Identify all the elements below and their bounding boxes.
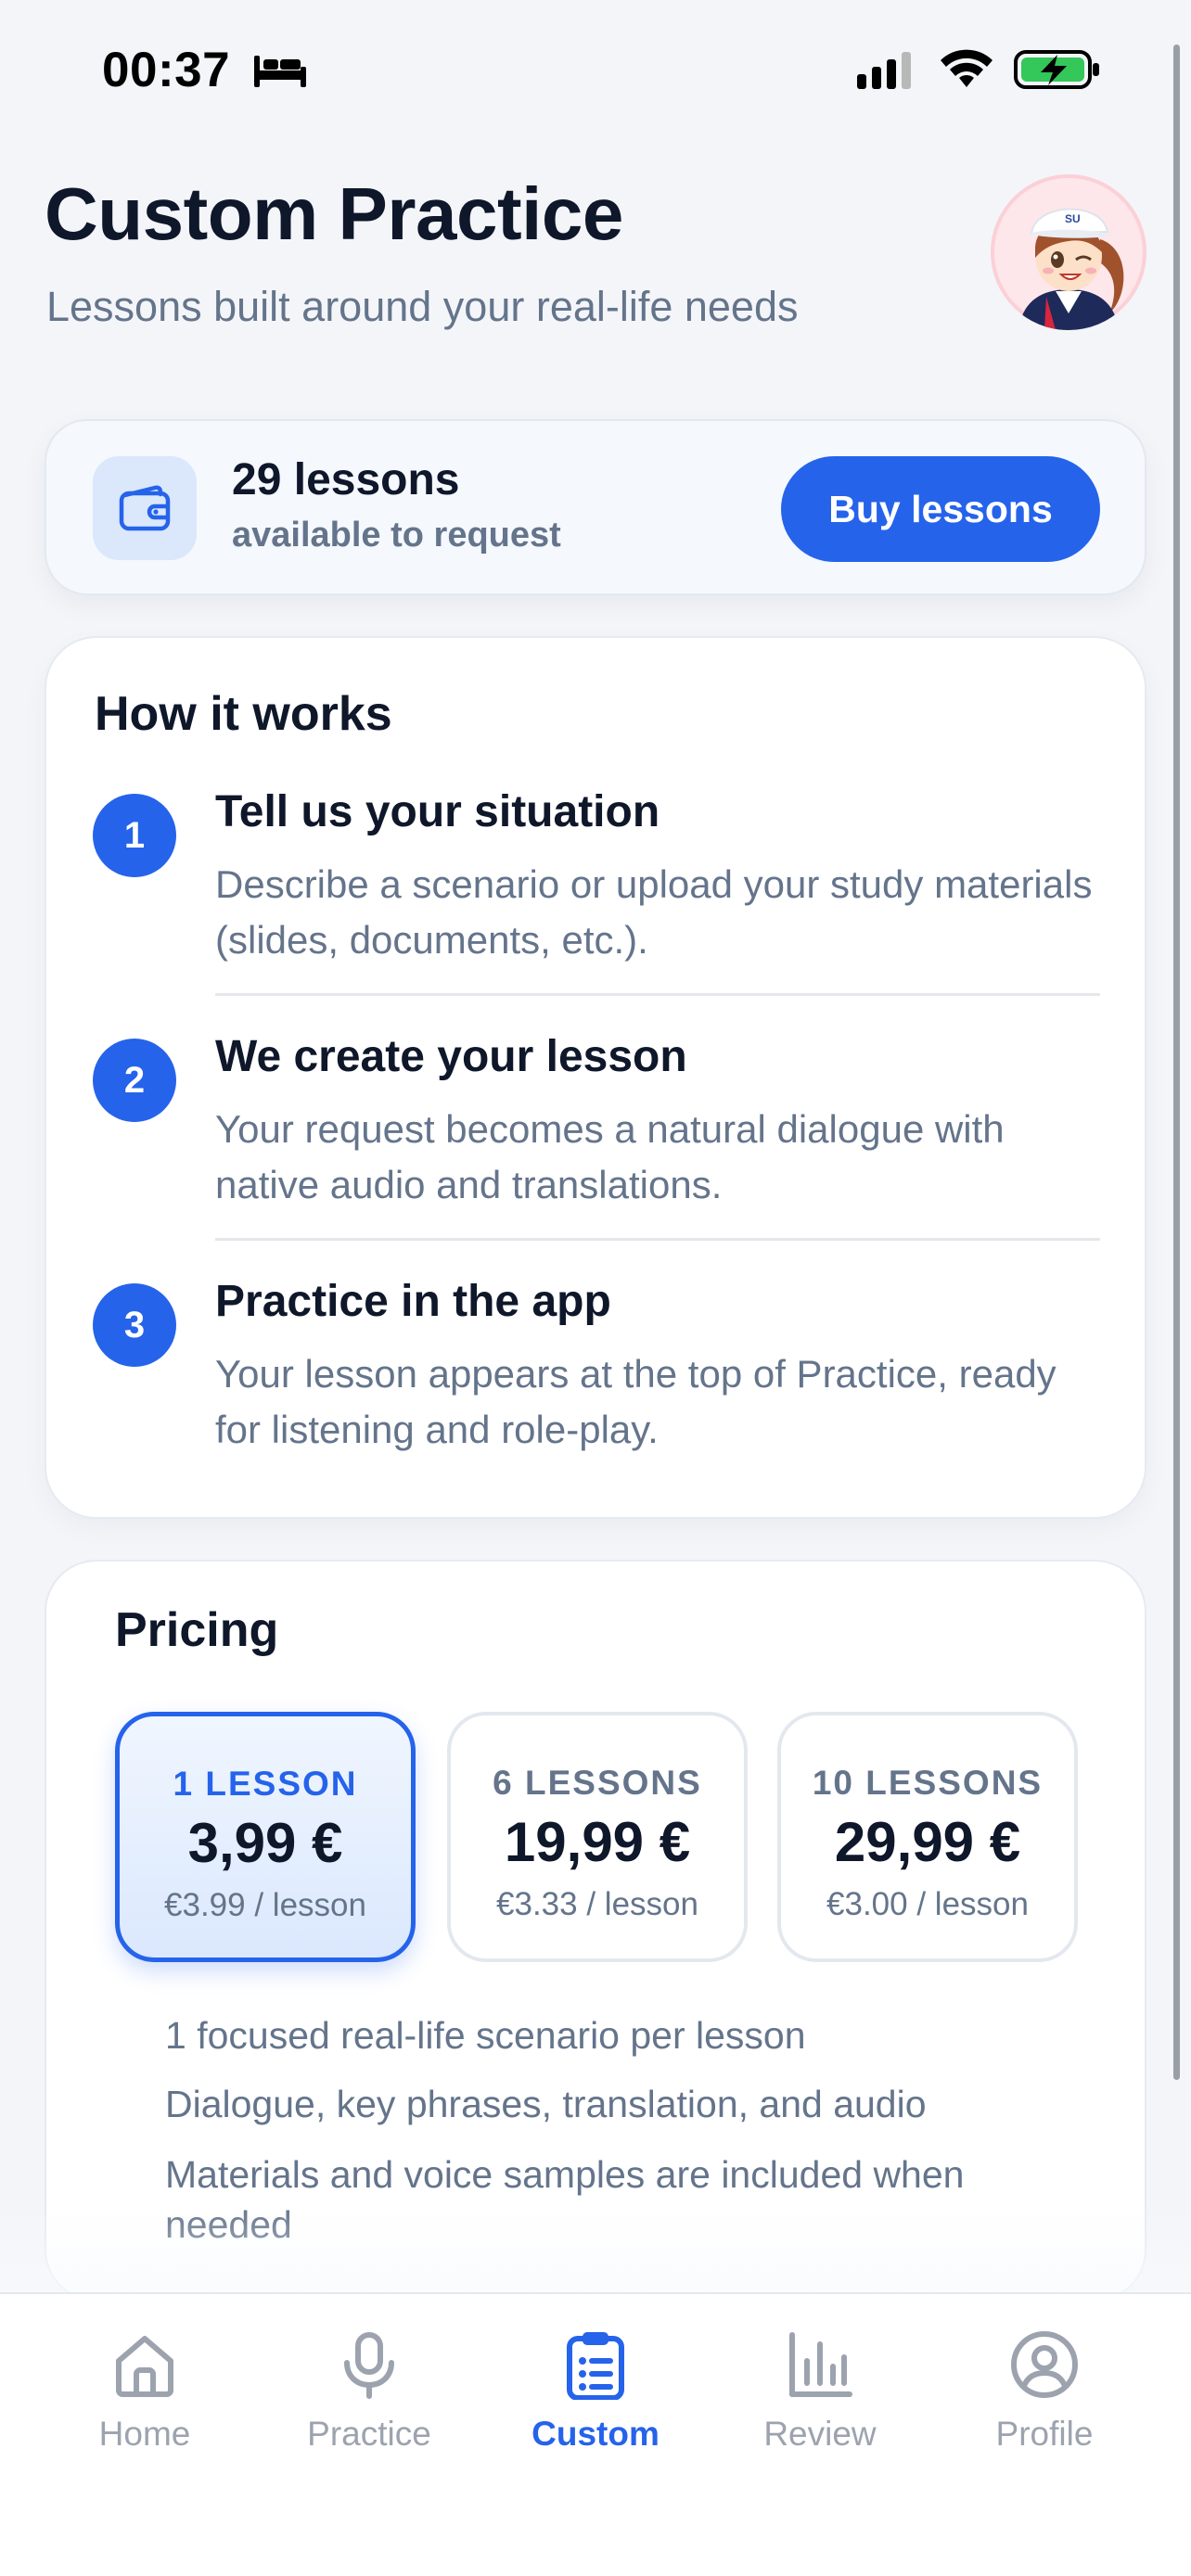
bed-icon [254,56,306,87]
step-description: Describe a scenario or upload your study… [215,862,1093,962]
plan-name: 6 LESSONS [493,1764,702,1802]
tab-practice[interactable]: Practice [258,2329,480,2468]
avatar[interactable]: SU [991,174,1146,330]
lessons-count: 29 lessons [232,455,460,504]
tab-home[interactable]: Home [33,2329,256,2468]
svg-text:SU: SU [1065,212,1081,225]
plan-option-6-lessons[interactable]: 6 LESSONS 19,99 € €3.33 / lesson [447,1712,748,1962]
wallet-icon-tile [93,456,197,560]
step-title: We create your lesson [215,1032,687,1081]
cellular-signal-icon [857,52,911,89]
wifi-icon [941,49,992,87]
tab-bar: Home Practice Custom Review Profile [0,2292,1191,2576]
tab-label: Custom [531,2415,660,2453]
tab-label: Review [763,2415,877,2453]
avatar-illustration: SU [994,178,1143,330]
tab-label: Home [98,2415,191,2453]
plan-name: 10 LESSONS [812,1764,1044,1802]
plan-price: 19,99 € [504,1811,691,1873]
pricing-title: Pricing [115,1603,279,1657]
tab-label: Profile [995,2415,1094,2453]
plan-per-lesson: €3.99 / lesson [164,1887,366,1923]
clipboard-list-icon [567,2332,624,2400]
tab-profile[interactable]: Profile [933,2329,1156,2468]
pricing-feature: Dialogue, key phrases, translation, and … [165,2083,927,2125]
pricing-feature: 1 focused real-life scenario per lesson [165,2014,806,2057]
tab-review[interactable]: Review [709,2329,931,2468]
wallet-icon [119,485,171,531]
step-number-badge: 3 [93,1283,176,1367]
user-circle-icon [1011,2331,1078,2398]
status-bar: 00:37 [0,0,1191,139]
page-subtitle: Lessons built around your real-life need… [46,283,799,330]
how-it-works-card: How it works 1 Tell us your situation De… [45,636,1146,1519]
step-number-badge: 1 [93,794,176,877]
lessons-caption: available to request [232,516,561,555]
bar-chart-icon [789,2332,852,2397]
lessons-balance-card: 29 lessons available to request Buy less… [45,419,1146,595]
home-indicator[interactable] [397,2541,794,2554]
microphone-icon [344,2332,394,2399]
step-description: Your lesson appears at the top of Practi… [215,1352,1057,1451]
pricing-card: Pricing 1 LESSON 3,99 € €3.99 / lesson 6… [45,1560,1146,2302]
status-time: 00:37 [102,43,231,97]
tab-label: Practice [307,2415,431,2453]
how-it-works-title: How it works [95,687,392,741]
plan-price: 3,99 € [187,1812,343,1874]
step-description: Your request becomes a natural dialogue … [215,1107,1005,1206]
scroll-indicator[interactable] [1173,45,1180,2080]
tab-custom[interactable]: Custom [484,2329,707,2468]
step-divider [215,1238,1100,1241]
buy-lessons-button[interactable]: Buy lessons [781,456,1100,562]
page-title: Custom Practice [45,172,623,255]
plan-per-lesson: €3.33 / lesson [496,1886,698,1922]
home-icon [116,2336,173,2397]
plan-price: 29,99 € [834,1811,1021,1873]
plan-option-10-lessons[interactable]: 10 LESSONS 29,99 € €3.00 / lesson [777,1712,1078,1962]
plan-per-lesson: €3.00 / lesson [826,1886,1029,1922]
step-number-badge: 2 [93,1039,176,1122]
step-divider [215,993,1100,996]
plan-name: 1 LESSON [173,1765,358,1803]
step-title: Practice in the app [215,1277,611,1326]
plan-option-1-lesson[interactable]: 1 LESSON 3,99 € €3.99 / lesson [115,1712,416,1962]
step-title: Tell us your situation [215,787,660,836]
battery-charging-icon [1014,50,1099,89]
custom-practice-screen: 00:37 Custom Practice Lessons built arou… [0,0,1191,2576]
